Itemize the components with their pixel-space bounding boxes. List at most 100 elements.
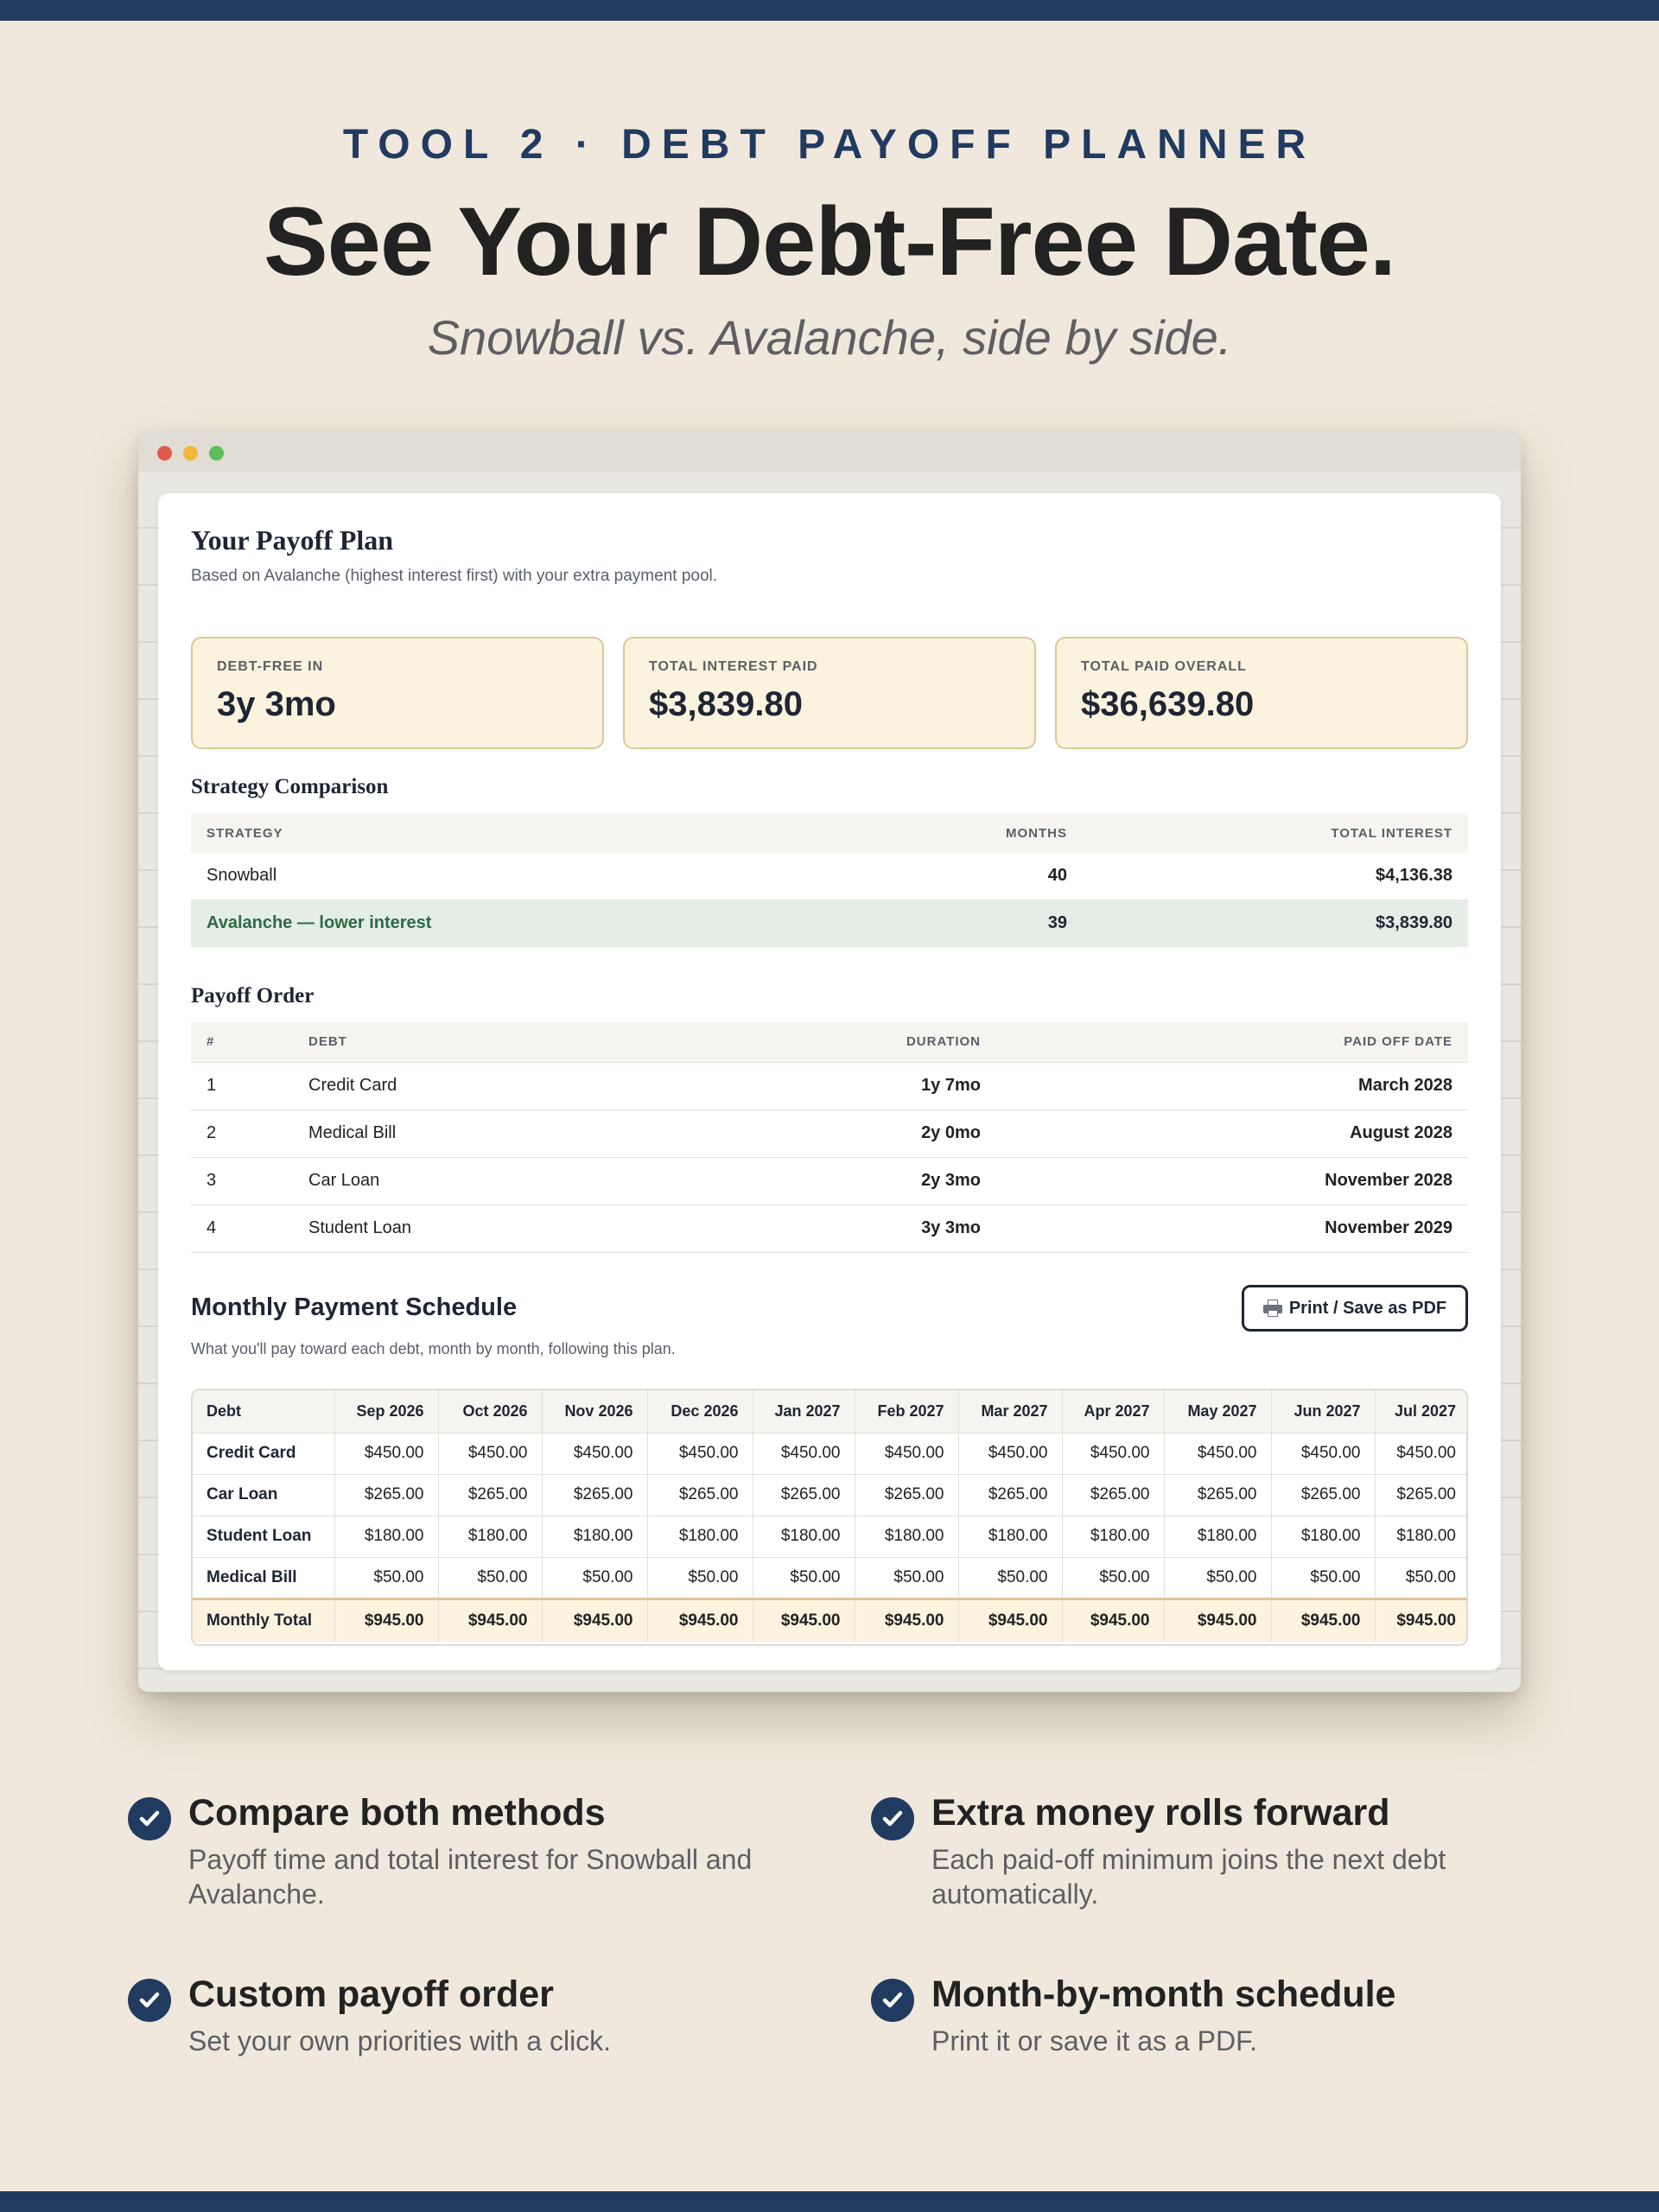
checkmark-icon <box>871 1979 914 2022</box>
table-row: Car Loan $265.00 $265.00 $265.00 $265.00 $265… <box>193 1474 1466 1516</box>
payment-cell: $265.00 <box>334 1474 439 1516</box>
column-header: Nov 2026 <box>542 1390 648 1433</box>
feature-description: Set your own priorities with a click. <box>188 2025 612 2056</box>
payment-cell: $180.00 <box>542 1516 648 1558</box>
payment-cell: $450.00 <box>438 1433 543 1475</box>
printer-icon <box>1262 1300 1282 1317</box>
payment-cell: $450.00 <box>855 1433 959 1475</box>
column-header: Debt <box>193 1390 335 1433</box>
order-number: 1 <box>191 1062 293 1110</box>
print-button-label: Print / Save as PDF <box>1288 1298 1447 1318</box>
strategy-months: 39 <box>910 899 1083 947</box>
close-window-button[interactable] <box>157 446 172 461</box>
payment-cell: $50.00 <box>958 1557 1063 1599</box>
maximize-window-button[interactable] <box>209 446 224 461</box>
feature-description: Each paid-off minimum joins the next deb… <box>931 1844 1446 1910</box>
order-number: 4 <box>191 1205 293 1253</box>
payoff-order-title: Payoff Order <box>191 984 315 1007</box>
column-header: Dec 2026 <box>647 1390 753 1433</box>
payment-cell: $945.00 <box>1271 1597 1376 1642</box>
schedule-table-wrapper[interactable]: Debt Sep 2026 Oct 2026 Nov 2026 Dec 2026 Jan … <box>191 1389 1468 1646</box>
payment-cell: $180.00 <box>1062 1516 1165 1558</box>
paid-off-date: November 2028 <box>996 1157 1468 1205</box>
row-label: Medical Bill <box>193 1557 335 1599</box>
debt-name: Credit Card <box>293 1062 737 1110</box>
column-header: TOTAL INTEREST <box>1083 813 1468 853</box>
payment-cell: $945.00 <box>855 1597 959 1642</box>
column-header: PAID OFF DATE <box>996 1022 1468 1063</box>
debt-duration: 1y 7mo <box>737 1062 996 1110</box>
feature-title: Custom payoff order <box>188 1974 554 2015</box>
column-header: MONTHS <box>910 813 1083 853</box>
eyebrow: TOOL 2 · DEBT PAYOFF PLANNER <box>342 122 1317 168</box>
strategy-interest: $4,136.38 <box>1083 853 1468 900</box>
payment-cell: $50.00 <box>1062 1557 1165 1599</box>
payment-cell: $450.00 <box>958 1433 1063 1475</box>
column-header: Sep 2026 <box>334 1390 439 1433</box>
strategy-interest: $3,839.80 <box>1083 899 1468 947</box>
table-row: 2 Medical Bill 2y 0mo August 2028 <box>191 1109 1468 1158</box>
print-save-pdf-button[interactable]: Print / Save as PDF <box>1242 1285 1468 1332</box>
payment-cell: $945.00 <box>753 1597 855 1642</box>
payment-cell: $180.00 <box>855 1516 959 1558</box>
checkmark-icon <box>871 1797 914 1840</box>
feature-title: Compare both methods <box>188 1792 606 1834</box>
payment-cell: $450.00 <box>1375 1433 1466 1475</box>
feature-description: Payoff time and total interest for Snowb… <box>188 1844 753 1910</box>
stat-label: TOTAL PAID OVERALL <box>1081 659 1247 674</box>
column-header: Jun 2027 <box>1271 1390 1376 1433</box>
debt-name: Car Loan <box>293 1157 737 1205</box>
row-label: Car Loan <box>193 1474 335 1516</box>
payment-cell: $450.00 <box>1164 1433 1272 1475</box>
column-header: Mar 2027 <box>958 1390 1063 1433</box>
table-row: Snowball 40 $4,136.38 <box>191 853 1468 900</box>
table-row-best: Avalanche — lower interest 39 $3,839.80 <box>191 899 1468 947</box>
payment-cell: $945.00 <box>647 1597 753 1642</box>
payment-cell: $265.00 <box>1375 1474 1466 1516</box>
payment-cell: $265.00 <box>438 1474 543 1516</box>
column-header: Jul 2027 <box>1375 1390 1466 1433</box>
comparison-title: Strategy Comparison <box>191 775 389 798</box>
features-grid: Compare both methods Payoff time and tot… <box>128 1792 1545 2086</box>
stat-value: $36,639.80 <box>1081 685 1255 723</box>
payment-cell: $50.00 <box>855 1557 959 1599</box>
debt-name: Medical Bill <box>293 1109 737 1158</box>
table-row: Student Loan $180.00 $180.00 $180.00 $180.00… <box>193 1516 1466 1558</box>
checkmark-icon <box>128 1979 171 2022</box>
order-number: 2 <box>191 1109 293 1158</box>
payment-cell: $945.00 <box>438 1597 543 1642</box>
payment-cell: $265.00 <box>753 1474 855 1516</box>
column-header: Apr 2027 <box>1062 1390 1165 1433</box>
payment-cell: $450.00 <box>1062 1433 1165 1475</box>
feature-title: Month-by-month schedule <box>931 1974 1396 2015</box>
payment-cell: $450.00 <box>753 1433 855 1475</box>
table-row: 4 Student Loan 3y 3mo November 2029 <box>191 1205 1468 1253</box>
row-label: Monthly Total <box>193 1597 335 1642</box>
payment-cell: $945.00 <box>542 1597 648 1642</box>
payment-cell: $265.00 <box>1271 1474 1376 1516</box>
payment-cell: $180.00 <box>334 1516 439 1558</box>
payment-cell: $50.00 <box>647 1557 753 1599</box>
payment-cell: $945.00 <box>1062 1597 1165 1642</box>
payment-cell: $945.00 <box>1164 1597 1272 1642</box>
schedule-description: What you'll pay toward each debt, month … <box>191 1340 676 1357</box>
payment-cell: $450.00 <box>334 1433 439 1475</box>
feature-description: Print it or save it as a PDF. <box>931 2025 1258 2056</box>
payment-cell: $180.00 <box>958 1516 1063 1558</box>
schedule-title: Monthly Payment Schedule <box>191 1294 518 1321</box>
headline: See Your Debt-Free Date. <box>263 188 1396 296</box>
row-label: Student Loan <box>193 1516 335 1558</box>
debt-duration: 2y 0mo <box>737 1109 996 1158</box>
payment-cell: $180.00 <box>753 1516 855 1558</box>
payment-cell: $450.00 <box>647 1433 753 1475</box>
table-row: Medical Bill $50.00 $50.00 $50.00 $50.00 $50.… <box>193 1557 1466 1599</box>
column-header: STRATEGY <box>191 813 910 853</box>
debt-duration: 3y 3mo <box>737 1205 996 1253</box>
payment-cell: $50.00 <box>1271 1557 1376 1599</box>
payment-cell: $945.00 <box>1375 1597 1466 1642</box>
payment-cell: $265.00 <box>1062 1474 1165 1516</box>
minimize-window-button[interactable] <box>183 446 198 461</box>
payment-cell: $265.00 <box>958 1474 1063 1516</box>
stat-total-paid: TOTAL PAID OVERALL $36,639.80 <box>1055 637 1468 749</box>
schedule-table: Debt Sep 2026 Oct 2026 Nov 2026 Dec 2026 Jan … <box>193 1390 1466 1642</box>
